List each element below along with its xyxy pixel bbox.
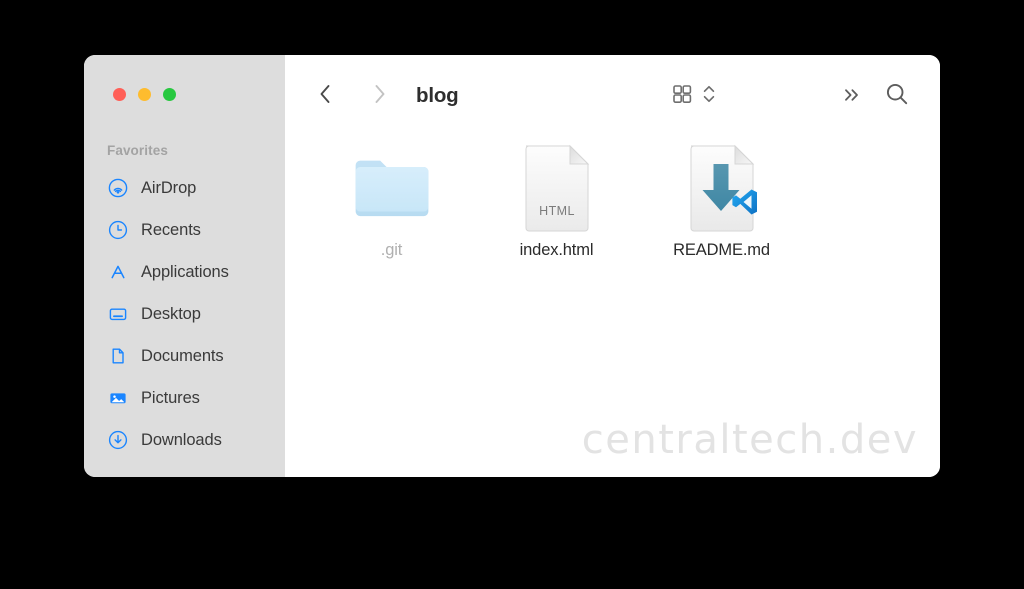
- document-icon: [108, 346, 128, 366]
- sidebar-item-label: Applications: [141, 262, 229, 281]
- markdown-document-icon: [682, 141, 762, 233]
- airdrop-icon: [108, 178, 128, 198]
- vscode-badge-icon: [729, 187, 759, 217]
- traffic-lights: [113, 88, 176, 101]
- search-button[interactable]: [883, 82, 911, 110]
- toolbar-overflow-button[interactable]: [839, 84, 865, 110]
- sidebar-item-recents[interactable]: Recents: [84, 209, 285, 251]
- desktop-icon: [108, 304, 128, 324]
- finder-window: Favorites AirDrop Recents Applications D…: [84, 55, 940, 477]
- back-button[interactable]: [311, 82, 339, 110]
- svg-text:HTML: HTML: [539, 204, 575, 218]
- close-button[interactable]: [113, 88, 126, 101]
- file-grid: .git HTML index.html README.md: [309, 141, 929, 260]
- file-item-git[interactable]: .git: [309, 141, 474, 260]
- sidebar-item-downloads[interactable]: Downloads: [84, 419, 285, 461]
- sidebar-item-label: AirDrop: [141, 178, 197, 197]
- file-item-readme-md[interactable]: README.md: [639, 141, 804, 260]
- forward-button[interactable]: [365, 82, 393, 110]
- chevron-left-icon: [317, 83, 334, 110]
- sidebar-item-label: Documents: [141, 346, 224, 365]
- clock-icon: [108, 220, 128, 240]
- sidebar-item-airdrop[interactable]: AirDrop: [84, 167, 285, 209]
- applications-icon: [108, 262, 128, 282]
- grid-view-icon: [671, 83, 693, 110]
- sidebar-item-label: Pictures: [141, 388, 200, 407]
- view-options-stepper[interactable]: [701, 83, 717, 109]
- sidebar-item-applications[interactable]: Applications: [84, 251, 285, 293]
- file-label: index.html: [519, 241, 594, 259]
- search-icon: [884, 81, 910, 112]
- sidebar-item-documents[interactable]: Documents: [84, 335, 285, 377]
- grid-view-button[interactable]: [670, 84, 694, 108]
- sidebar-item-label: Recents: [141, 220, 201, 239]
- sidebar-item-label: Desktop: [141, 304, 201, 323]
- chevron-right-icon: [371, 83, 388, 110]
- file-label: .git: [380, 241, 403, 259]
- sidebar-item-pictures[interactable]: Pictures: [84, 377, 285, 419]
- sidebar: Favorites AirDrop Recents Applications D…: [84, 55, 285, 477]
- watermark: centraltech.dev: [581, 417, 918, 463]
- maximize-button[interactable]: [163, 88, 176, 101]
- file-item-index-html[interactable]: HTML index.html: [474, 141, 639, 260]
- page-title: blog: [416, 84, 459, 107]
- view-controls: [670, 83, 717, 109]
- content-pane: blog .git HTML index.html README.md cent…: [285, 55, 940, 477]
- folder-icon: [352, 141, 432, 233]
- toolbar: blog: [285, 55, 940, 137]
- double-chevron-right-icon: [841, 85, 863, 110]
- sidebar-section-header: Favorites: [107, 143, 168, 158]
- sidebar-list: AirDrop Recents Applications Desktop Doc…: [84, 167, 285, 461]
- sidebar-item-label: Downloads: [141, 430, 222, 449]
- minimize-button[interactable]: [138, 88, 151, 101]
- chevron-up-down-icon: [702, 82, 716, 111]
- html-document-icon: HTML: [517, 141, 597, 233]
- sidebar-item-desktop[interactable]: Desktop: [84, 293, 285, 335]
- pictures-icon: [108, 388, 128, 408]
- file-label: README.md: [673, 241, 770, 259]
- download-circle-icon: [108, 430, 128, 450]
